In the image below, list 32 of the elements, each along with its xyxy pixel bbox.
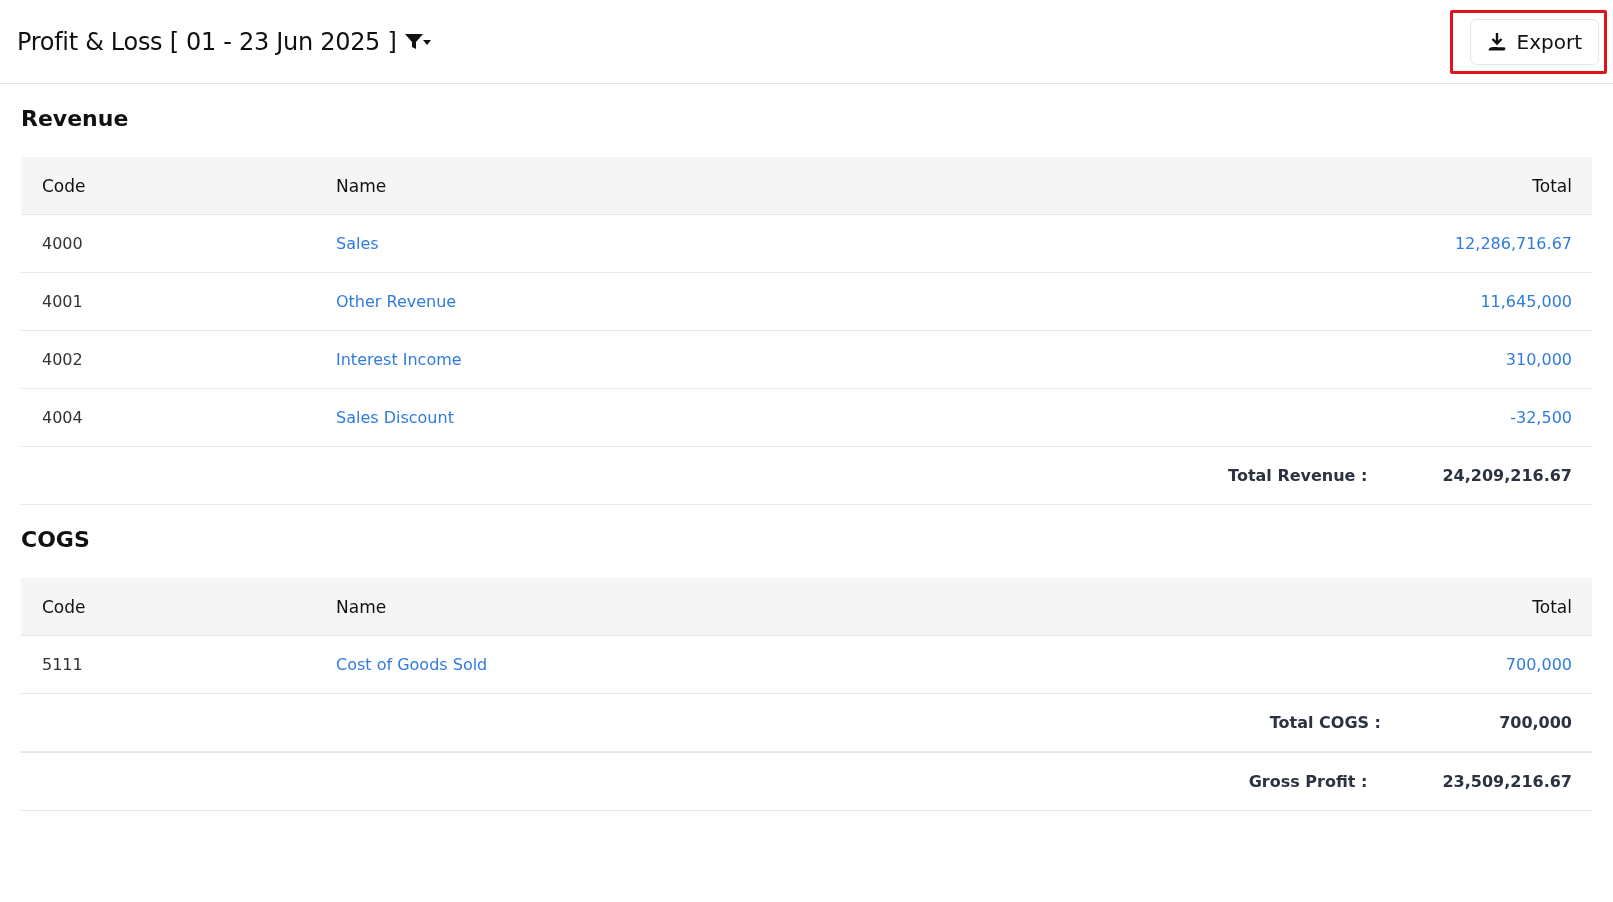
page-title: Profit & Loss [ 01 - 23 Jun 2025 ]	[17, 27, 397, 56]
column-header: Name	[336, 175, 388, 196]
summary-value: 24,209,216.67	[1442, 466, 1573, 485]
summary-label: Gross Profit :	[1248, 772, 1368, 791]
account-link[interactable]: Sales	[336, 234, 379, 253]
total-link[interactable]: 12,286,716.67	[1454, 234, 1572, 253]
total-link[interactable]: 11,645,000	[1480, 292, 1572, 311]
account-link[interactable]: Other Revenue	[336, 292, 457, 311]
summary-value: 23,509,216.67	[1442, 772, 1573, 791]
column-header: Code	[41, 175, 87, 196]
summary-label: Total Revenue :	[1228, 466, 1368, 485]
column-header: Total	[1532, 596, 1573, 617]
summary-value: 700,000	[1498, 713, 1573, 732]
section-title: COGS	[21, 526, 91, 554]
column-header: Name	[336, 596, 388, 617]
summary-label: Total COGS :	[1269, 713, 1381, 732]
total-link[interactable]: -32,500	[1510, 408, 1572, 427]
total-link[interactable]: 700,000	[1505, 655, 1572, 674]
section-title: Revenue	[21, 105, 130, 133]
column-header: Code	[41, 596, 87, 617]
column-header: Total	[1532, 175, 1573, 196]
account-code: 4001	[41, 292, 84, 311]
account-code: 4000	[41, 234, 84, 253]
download-icon	[1486, 31, 1507, 52]
account-code: 5111	[41, 655, 84, 674]
account-link[interactable]: Sales Discount	[336, 408, 454, 427]
account-link[interactable]: Interest Income	[336, 350, 462, 369]
account-code: 4004	[41, 408, 84, 427]
total-link[interactable]: 310,000	[1505, 350, 1572, 369]
account-code: 4002	[41, 350, 84, 369]
export-button[interactable]: Export	[1469, 18, 1599, 65]
account-link[interactable]: Cost of Goods Sold	[336, 655, 488, 674]
